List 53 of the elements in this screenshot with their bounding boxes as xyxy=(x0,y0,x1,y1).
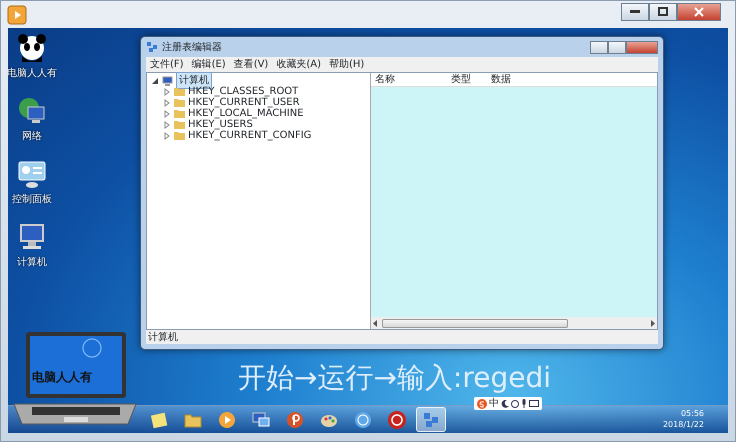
folder-icon xyxy=(174,120,185,129)
expand-arrow-icon[interactable] xyxy=(163,132,171,140)
menu-item[interactable]: 文件(F) xyxy=(150,57,184,72)
right-arrow-icon[interactable] xyxy=(650,320,655,326)
media-player-icon xyxy=(217,410,237,430)
app-icon xyxy=(285,410,305,430)
desktop-icon-label: 网络 xyxy=(22,130,42,144)
minimize-button[interactable] xyxy=(621,2,649,20)
close-icon xyxy=(694,6,704,16)
expand-arrow-icon[interactable] xyxy=(163,98,171,106)
maximize-button[interactable] xyxy=(649,2,677,20)
computer-icon xyxy=(162,76,173,86)
note-icon xyxy=(149,410,169,430)
menu-item[interactable]: 收藏夹(A) xyxy=(276,57,321,72)
desktop-icon-label: 电脑人人有 xyxy=(8,66,57,81)
desktop-icon-label: 计算机 xyxy=(17,256,47,270)
microphone-icon[interactable] xyxy=(521,399,527,408)
folder-icon xyxy=(174,109,185,118)
folder-icon xyxy=(174,98,185,107)
collapse-arrow-icon[interactable] xyxy=(151,76,159,84)
round-app-icon xyxy=(387,410,407,430)
caption-text: 开始→运行→输入:regedi xyxy=(238,364,552,392)
column-header[interactable]: 名称 xyxy=(371,72,447,87)
panda-icon[interactable] xyxy=(16,32,48,64)
folder-icon xyxy=(174,131,185,140)
expand-arrow-icon[interactable] xyxy=(163,120,171,128)
moon-icon[interactable] xyxy=(501,400,509,408)
column-header[interactable]: 数据 xyxy=(487,72,547,87)
close-button[interactable] xyxy=(626,40,658,54)
taskbar-button[interactable] xyxy=(416,407,446,432)
logo-text: 电脑人人有 xyxy=(32,369,92,386)
expand-arrow-icon[interactable] xyxy=(163,88,171,96)
status-bar: 计算机 xyxy=(146,330,658,344)
scrollbar-thumb[interactable] xyxy=(382,318,568,328)
clock-date: 2018/1/22 xyxy=(662,420,704,430)
expand-arrow-icon[interactable] xyxy=(163,110,171,118)
play-icon[interactable] xyxy=(7,4,27,24)
menu-item[interactable]: 编辑(E) xyxy=(192,57,226,72)
column-header[interactable]: 类型 xyxy=(447,72,487,87)
ime-mode[interactable]: 中 xyxy=(489,396,499,411)
left-arrow-icon[interactable] xyxy=(373,320,378,326)
keyboard-icon[interactable] xyxy=(529,400,539,407)
remote-desktop-icon xyxy=(251,410,271,430)
menu-item[interactable]: 查看(V) xyxy=(234,57,268,72)
folder-icon xyxy=(174,87,185,96)
clock-time: 05:56 xyxy=(680,409,704,420)
registry-icon xyxy=(146,41,158,53)
window-title: 注册表编辑器 xyxy=(162,40,222,54)
menu-item[interactable]: 帮助(H) xyxy=(329,57,364,72)
minimize-icon xyxy=(630,10,640,14)
desktop-icon-label: 控制面板 xyxy=(12,192,52,207)
close-button[interactable] xyxy=(677,2,721,20)
maximize-icon xyxy=(658,7,668,16)
